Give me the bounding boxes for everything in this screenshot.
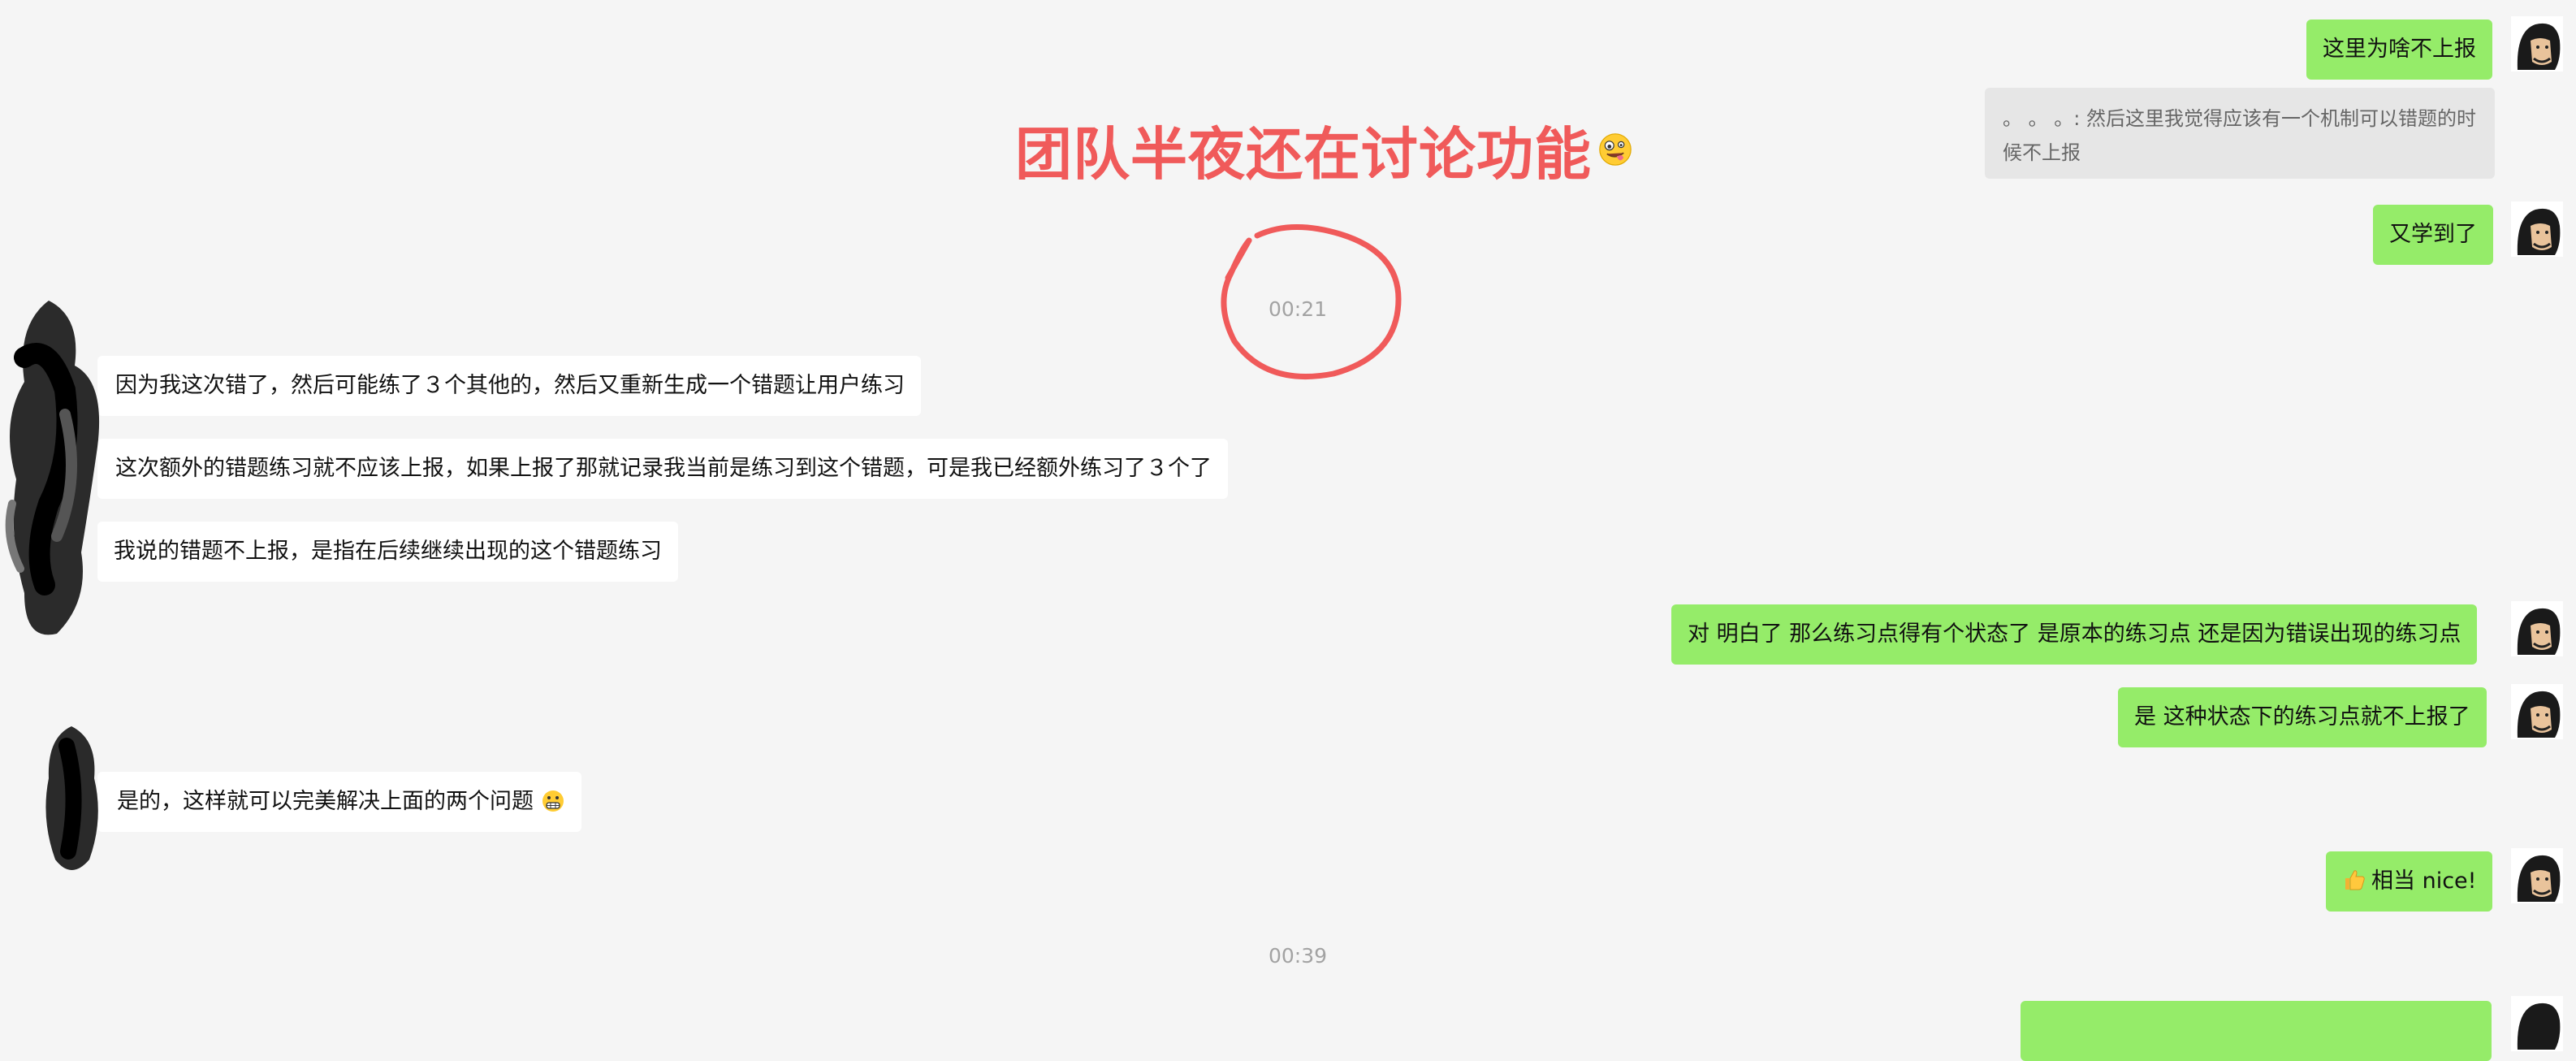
timestamp: 00:21 [1268, 297, 1328, 321]
message-text: 又学到了 [2389, 222, 2477, 247]
quoted-message-text: 。 。 。: 然后这里我觉得应该有一个机制可以错题的时候不上报 [2003, 107, 2476, 164]
message-text: 因为我这次错了，然后可能练了３个其他的，然后又重新生成一个错题让用户练习 [115, 373, 905, 398]
grimacing-face-emoji-icon [542, 790, 564, 812]
thumbs-up-emoji-icon [2345, 870, 2365, 890]
user-avatar-icon[interactable] [2511, 601, 2563, 656]
user-avatar-icon[interactable] [2511, 16, 2563, 71]
annotation-title-text: 团队半夜还在讨论功能 [1015, 120, 1592, 188]
message-bubble-outgoing[interactable]: 相当 nice! [2326, 851, 2493, 912]
message-bubble-incoming[interactable]: 是的，这样就可以完美解决上面的两个问题 [97, 772, 581, 832]
message-bubble-incoming[interactable]: 这次额外的错题练习就不应该上报，如果上报了那就记录我当前是练习到这个错题，可是我… [97, 439, 1228, 499]
message-bubble-incoming[interactable]: 因为我这次错了，然后可能练了３个其他的，然后又重新生成一个错题让用户练习 [97, 356, 921, 416]
annotation-title: 团队半夜还在讨论功能 [1015, 110, 1632, 188]
message-bubble-incoming[interactable]: 我说的错题不上报，是指在后续继续出现的这个错题练习 [97, 522, 678, 582]
timestamp: 00:39 [1268, 944, 1328, 968]
zany-face-emoji-icon [1599, 133, 1632, 166]
message-text: 这里为啥不上报 [2323, 37, 2476, 62]
message-text: 我说的错题不上报，是指在后续继续出现的这个错题练习 [114, 539, 662, 564]
user-avatar-icon[interactable] [2511, 201, 2563, 257]
message-bubble-outgoing[interactable] [2021, 1001, 2492, 1061]
redacted-avatar [31, 721, 112, 884]
redacted-avatar [0, 292, 122, 650]
user-avatar-icon[interactable] [2511, 684, 2563, 739]
message-text: 是 这种状态下的练习点就不上报了 [2134, 704, 2470, 730]
message-bubble-outgoing[interactable]: 对 明白了 那么练习点得有个状态了 是原本的练习点 还是因为错误出现的练习点 [1671, 604, 2478, 665]
user-avatar-icon[interactable] [2511, 848, 2563, 903]
message-bubble-outgoing[interactable]: 是 这种状态下的练习点就不上报了 [2118, 687, 2487, 747]
user-avatar-icon[interactable] [2511, 996, 2563, 1051]
quoted-message[interactable]: 。 。 。: 然后这里我觉得应该有一个机制可以错题的时候不上报 [1985, 88, 2495, 179]
message-text: 是的，这样就可以完美解决上面的两个问题 [117, 789, 534, 814]
message-text: 这次额外的错题练习就不应该上报，如果上报了那就记录我当前是练习到这个错题，可是我… [115, 456, 1212, 481]
message-text: 相当 nice! [2371, 868, 2477, 894]
message-bubble-outgoing[interactable]: 又学到了 [2373, 205, 2493, 265]
message-text: 对 明白了 那么练习点得有个状态了 是原本的练习点 还是因为错误出现的练习点 [1688, 621, 2461, 647]
message-bubble-outgoing[interactable]: 这里为啥不上报 [2306, 19, 2492, 80]
